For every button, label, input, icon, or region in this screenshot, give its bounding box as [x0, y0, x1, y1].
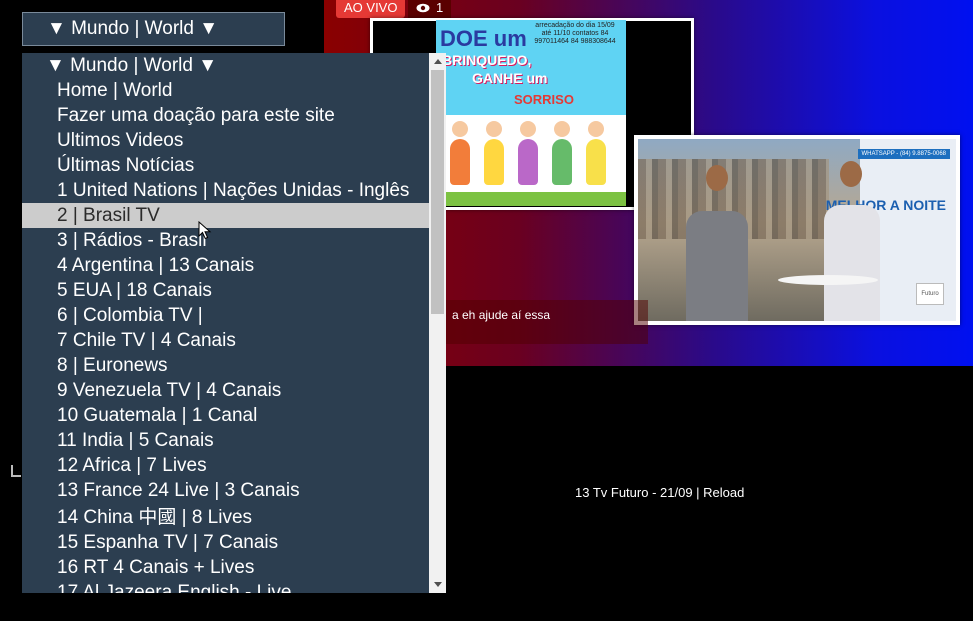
corner-icon [11, 465, 21, 477]
poster-doe-text: DOE um [440, 26, 527, 51]
select-option[interactable]: 1 United Nations | Nações Unidas - Inglê… [22, 178, 429, 203]
select-option[interactable]: 10 Guatemala | 1 Canal [22, 403, 429, 428]
select-option[interactable]: 6 | Colombia TV | [22, 303, 429, 328]
select-option[interactable]: 2 | Brasil TV [22, 203, 429, 228]
poster-sorriso-text: SORRISO [514, 92, 574, 107]
mouse-cursor-icon [198, 221, 212, 240]
scroll-down-arrow-icon[interactable] [429, 576, 446, 593]
select-option[interactable]: 3 | Rádios - Brasil [22, 228, 429, 253]
whatsapp-banner: WHATSAPP - (84) 9.8875-0068 [857, 149, 950, 159]
scrollbar-thumb[interactable] [431, 70, 444, 314]
studio-camera-frame: WHATSAPP - (84) 9.8875-0068 MELHOR A NOI… [634, 135, 960, 325]
select-option[interactable]: 8 | Euronews [22, 353, 429, 378]
select-option[interactable]: Home | World [22, 78, 429, 103]
select-option[interactable]: 11 India | 5 Canais [22, 428, 429, 453]
select-option[interactable]: 16 RT 4 Canais + Lives [22, 555, 429, 580]
poster-kids-illustration [436, 115, 626, 206]
futuro-logo: Futuro [916, 283, 944, 305]
presenter-left [686, 211, 748, 321]
eye-icon [416, 3, 430, 12]
select-option[interactable]: 13 France 24 Live | 3 Canais [22, 478, 429, 503]
option-list: ▼ Mundo | World ▼ Home | World Fazer uma d… [22, 53, 429, 593]
donation-poster: DOE um BRINQUEDO, GANHE um SORRISO arrec… [436, 20, 626, 206]
poster-ganhe-text: GANHE um [472, 70, 548, 86]
select-option[interactable]: 12 Africa | 7 Lives [22, 453, 429, 478]
select-option[interactable]: 4 Argentina | 13 Canais [22, 253, 429, 278]
listbox-scrollbar[interactable] [429, 53, 446, 593]
viewer-count: 1 [436, 0, 444, 15]
world-select-listbox[interactable]: ▼ Mundo | World ▼ Home | World Fazer uma d… [22, 53, 446, 593]
presenter-right [824, 205, 880, 321]
select-option[interactable]: 7 Chile TV | 4 Canais [22, 328, 429, 353]
select-option[interactable]: 5 EUA | 18 Canais [22, 278, 429, 303]
live-badge: AO VIVO [336, 0, 406, 18]
poster-details: arrecadação do dia 15/09 até 11/10 conta… [534, 22, 616, 45]
select-option[interactable]: 14 China 中國 | 8 Lives [22, 503, 429, 530]
viewer-count-badge: 1 [408, 0, 452, 18]
stream-caption[interactable]: 13 Tv Futuro - 21/09 | Reload [575, 485, 744, 500]
select-option-group-header[interactable]: ▼ Mundo | World ▼ [22, 53, 429, 78]
select-option[interactable]: Fazer uma doação para este site [22, 103, 429, 128]
select-option[interactable]: 17 Al Jazeera English - Live [22, 580, 429, 593]
select-option[interactable]: Ultimos Videos [22, 128, 429, 153]
world-select[interactable]: ▼ Mundo | World ▼ [22, 12, 285, 46]
studio-scene: WHATSAPP - (84) 9.8875-0068 MELHOR A NOI… [638, 139, 956, 321]
select-option[interactable]: 15 Espanha TV | 7 Canais [22, 530, 429, 555]
scroll-up-arrow-icon[interactable] [429, 53, 446, 70]
poster-brinquedo-text: BRINQUEDO, [442, 52, 532, 68]
select-option[interactable]: Últimas Notícias [22, 153, 429, 178]
select-option[interactable]: 9 Venezuela TV | 4 Canais [22, 378, 429, 403]
chat-overlay: a eh ajude aí essa [414, 300, 648, 344]
